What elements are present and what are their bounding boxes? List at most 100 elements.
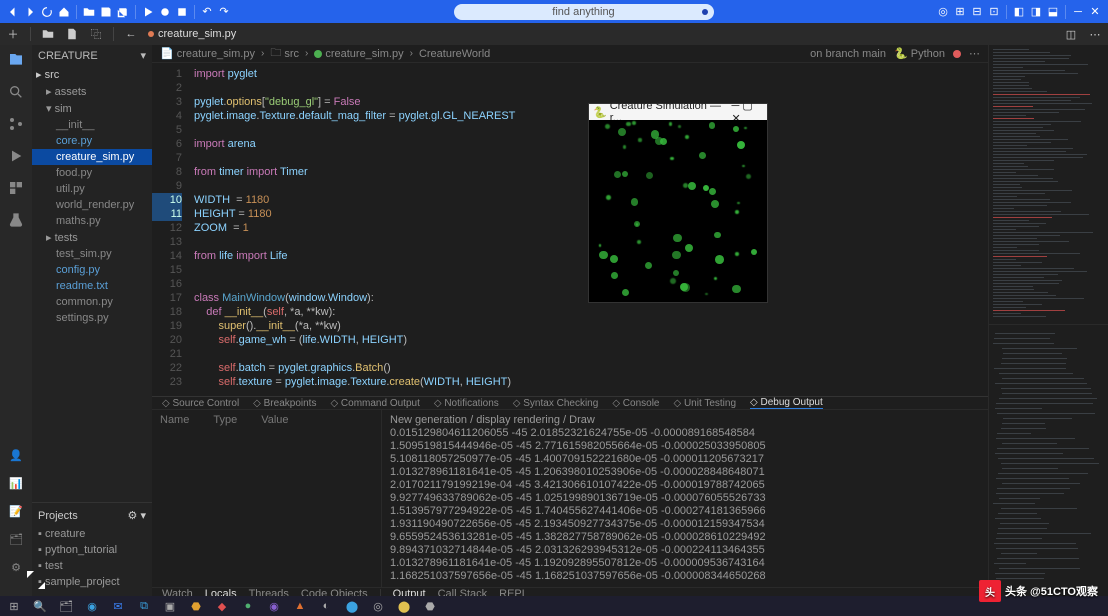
debug-icon[interactable] [158,5,172,19]
task-app2-icon[interactable]: ◆ [214,598,230,614]
tree-item[interactable]: common.py [32,294,152,310]
outline-panel[interactable] [989,325,1108,596]
task-vscode-icon[interactable]: ⧉ [136,598,152,614]
notes-icon[interactable]: 📝 [7,502,25,520]
tree-item[interactable]: food.py [32,165,152,181]
bc-item[interactable]: creature_sim.py [314,48,403,60]
output-titlebar[interactable]: 🐍Creature Simulation — r... ─ ▢ ✕ [589,104,767,120]
task-app7-icon[interactable]: ◎ [370,598,386,614]
copy-icon[interactable]: ⿻ [89,27,103,41]
bottom-tab[interactable]: ◇ Notifications [434,398,499,409]
user-icon[interactable]: 👤 [7,446,25,464]
tool-icon-3[interactable]: ⊟ [970,5,984,19]
panel-left-icon[interactable]: ◧ [1012,5,1026,19]
tree-item[interactable]: ▸ src [32,66,152,83]
tool-icon-4[interactable]: ⊡ [987,5,1001,19]
layers-icon[interactable]: 🗂 [7,530,25,548]
task-edge-icon[interactable]: ◉ [84,598,100,614]
minimize-icon[interactable]: ─ [1071,5,1085,19]
undo-icon[interactable]: ↶ [200,5,214,19]
settings-icon[interactable]: ⚙ [7,558,25,576]
play-icon[interactable] [141,5,155,19]
bc-more-icon[interactable]: ⋯ [969,47,980,60]
new-tab-icon[interactable]: ＋ [6,27,20,41]
task-app9-icon[interactable]: ⬣ [422,598,438,614]
minimap[interactable] [989,45,1108,325]
tree-item[interactable]: test_sim.py [32,246,152,262]
tree-item[interactable]: util.py [32,181,152,197]
nav-back-icon[interactable] [6,5,20,19]
task-vlc-icon[interactable]: ▲ [292,598,308,614]
tree-item[interactable]: readme.txt [32,278,152,294]
save-all-icon[interactable] [116,5,130,19]
tree-item[interactable]: ▸ assets [32,83,152,100]
explorer-header[interactable]: CREATURE ▾ [32,45,152,66]
search-side-icon[interactable] [7,83,25,101]
test-icon[interactable] [7,211,25,229]
tree-item[interactable]: creature_sim.py [32,149,152,165]
scm-icon[interactable] [7,115,25,133]
task-term-icon[interactable]: ▣ [162,598,178,614]
search-input[interactable]: find anything [454,4,714,20]
task-app5-icon[interactable]: ◐ [318,598,334,614]
refresh-icon[interactable] [40,5,54,19]
bottom-tab[interactable]: ◇ Breakpoints [253,398,316,409]
tree-item[interactable]: ▾ sim [32,100,152,117]
bottom-tab[interactable]: ◇ Source Control [162,398,239,409]
tree-item[interactable]: __init__ [32,117,152,133]
task-app8-icon[interactable]: ⬤ [396,598,412,614]
more-icon[interactable]: ⋯ [1088,27,1102,41]
close-icon[interactable]: ✕ [1088,5,1102,19]
tree-item[interactable]: maths.py [32,213,152,229]
bottom-tab[interactable]: ◇ Unit Testing [673,398,736,409]
open-folder-icon[interactable] [82,5,96,19]
new-file-icon[interactable] [65,27,79,41]
task-app6-icon[interactable]: ⬤ [344,598,360,614]
task-search-icon[interactable]: 🔍 [32,598,48,614]
fullscreen-icon[interactable] [24,568,48,592]
explorer-icon[interactable] [7,51,25,69]
save-icon[interactable] [99,5,113,19]
tree-item[interactable]: settings.py [32,310,152,326]
tool-icon-2[interactable]: ⊞ [953,5,967,19]
output-window[interactable]: 🐍Creature Simulation — r... ─ ▢ ✕ [588,103,768,303]
bottom-tab[interactable]: ◇ Command Output [330,398,419,409]
project-item[interactable]: ▪ python_tutorial [38,542,146,558]
editor-tab[interactable]: creature_sim.py [148,28,236,40]
task-mail-icon[interactable]: ✉ [110,598,126,614]
bc-item[interactable]: 📄 creature_sim.py [160,47,255,60]
project-item[interactable]: ▪ test [38,558,146,574]
tree-item[interactable]: config.py [32,262,152,278]
tree-item[interactable]: ▸ tests [32,229,152,246]
task-app3-icon[interactable]: ● [240,598,256,614]
task-explorer-icon[interactable]: 🗂 [58,598,74,614]
chart-icon[interactable]: 📊 [7,474,25,492]
tool-icon-1[interactable]: ◎ [936,5,950,19]
folder-open-icon[interactable] [41,27,55,41]
stop-icon[interactable] [175,5,189,19]
tree-item[interactable]: core.py [32,133,152,149]
bottom-tab[interactable]: ◇ Syntax Checking [513,398,599,409]
projects-header[interactable]: Projects ⚙ ▾ [38,509,146,522]
panel-right-icon[interactable]: ◨ [1029,5,1043,19]
bottom-tab[interactable]: ◇ Debug Output [750,397,823,409]
bc-lang[interactable]: 🐍 Python [894,47,945,60]
bc-error-dot-icon[interactable] [953,50,961,58]
projects-gear-icon[interactable]: ⚙ ▾ [128,509,146,522]
split-icon[interactable]: ◫ [1064,27,1078,41]
nav-fwd-icon[interactable] [23,5,37,19]
task-app4-icon[interactable]: ◉ [266,598,282,614]
panel-bottom-icon[interactable]: ⬓ [1046,5,1060,19]
bottom-tab[interactable]: ◇ Console [612,398,659,409]
bc-item[interactable]: CreatureWorld [419,48,490,60]
back-icon[interactable]: ← [124,27,138,41]
home-icon[interactable] [57,5,71,19]
project-item[interactable]: ▪ creature [38,526,146,542]
ext-icon[interactable] [7,179,25,197]
start-icon[interactable]: ⊞ [6,598,22,614]
project-item[interactable]: ▪ sample_project [38,574,146,590]
debug-output[interactable]: New generation / display rendering / Dra… [382,410,988,587]
bc-item[interactable]: 🗀 src [270,44,299,63]
task-app1-icon[interactable]: ⬣ [188,598,204,614]
redo-icon[interactable]: ↷ [217,5,231,19]
